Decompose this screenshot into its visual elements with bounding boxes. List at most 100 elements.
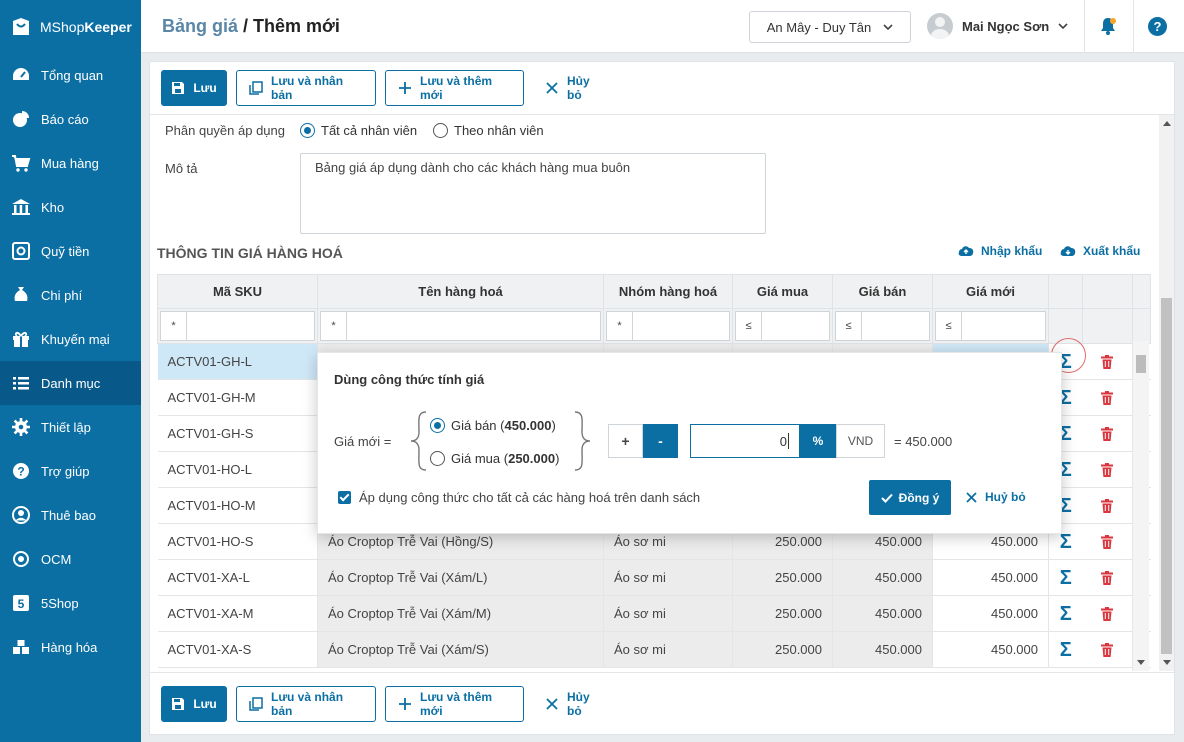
filter-operator[interactable]: ≤ <box>836 312 862 340</box>
filter-input[interactable] <box>347 312 600 340</box>
delete-row-button[interactable] <box>1082 415 1133 452</box>
table-row[interactable]: ACTV01-XA-M Áo Croptop Trễ Vai (Xám/M) Áo … <box>157 595 1151 632</box>
plus-button[interactable]: + <box>608 424 643 458</box>
popup-cancel-button[interactable]: Huỷ bỏ <box>966 490 1026 504</box>
delete-row-button[interactable] <box>1082 487 1133 524</box>
filter-input[interactable] <box>187 312 314 340</box>
filter-operator[interactable]: ≤ <box>936 312 962 340</box>
formula-sigma-icon[interactable]: Σ <box>1060 568 1072 588</box>
delete-row-button[interactable] <box>1082 379 1133 416</box>
sidebar-item-4[interactable]: Kho <box>0 185 141 229</box>
column-filter[interactable]: * <box>320 311 601 341</box>
column-filter[interactable]: ≤ <box>735 311 830 341</box>
scope-all-radio[interactable]: Tất cả nhân viên <box>300 123 417 138</box>
filter-input[interactable] <box>633 312 729 340</box>
save-button[interactable]: Lưu <box>161 70 227 106</box>
sidebar-item-6[interactable]: Chi phí <box>0 273 141 317</box>
agree-button[interactable]: Đồng ý <box>869 480 951 515</box>
save-add-new-button[interactable]: Lưu và thêm mới <box>385 686 524 722</box>
save-button[interactable]: Lưu <box>161 686 227 722</box>
sidebar-item-11[interactable]: Thuê bao <box>0 493 141 537</box>
delete-row-button[interactable] <box>1082 523 1133 560</box>
delete-row-button[interactable] <box>1082 343 1133 380</box>
cell-new-price[interactable]: 450.000 <box>932 595 1049 632</box>
help-icon[interactable]: ? <box>1148 17 1167 36</box>
scroll-down-icon[interactable] <box>1163 660 1171 665</box>
filter-operator[interactable]: ≤ <box>736 312 762 340</box>
cancel-button[interactable]: Hủy bỏ <box>533 686 619 722</box>
user-menu[interactable]: Mai Ngọc Sơn <box>927 13 1068 39</box>
column-filter[interactable]: ≤ <box>935 311 1046 341</box>
column-filter[interactable]: * <box>606 311 730 341</box>
apply-all-checkbox[interactable]: Áp dụng công thức cho tất cả các hàng ho… <box>338 490 700 505</box>
cell-product-group: Áo sơ mi <box>603 559 733 596</box>
trash-icon <box>1101 355 1114 370</box>
table-scrollbar[interactable] <box>1132 341 1149 671</box>
option-sell-price-radio[interactable]: Giá bán (450.000) <box>430 418 556 433</box>
table-row[interactable]: ACTV01-XA-S Áo Croptop Trễ Vai (Xám/S) Áo … <box>157 631 1151 668</box>
bell-icon[interactable] <box>1098 16 1118 36</box>
column-header[interactable]: Nhóm hàng hoá <box>603 274 733 309</box>
sidebar-item-13[interactable]: 5 5Shop <box>0 581 141 625</box>
column-header[interactable]: Giá bán <box>832 274 933 309</box>
minus-button[interactable]: - <box>643 424 678 458</box>
cancel-button[interactable]: Hủy bỏ <box>533 70 619 106</box>
cell-sell-price: 450.000 <box>832 559 933 596</box>
scope-by-staff-radio[interactable]: Theo nhân viên <box>433 123 544 138</box>
sidebar-item-9[interactable]: Thiết lập <box>0 405 141 449</box>
sidebar-item-14[interactable]: Hàng hóa <box>0 625 141 669</box>
description-textarea[interactable]: Bảng giá áp dụng dành cho các khách hàng… <box>300 153 766 234</box>
filter-input[interactable] <box>862 312 929 340</box>
branch-selector[interactable]: An Mây - Duy Tân <box>749 11 911 43</box>
page-scrollbar[interactable] <box>1159 115 1174 671</box>
filter-operator[interactable]: * <box>161 312 187 340</box>
delete-row-button[interactable] <box>1082 559 1133 596</box>
sidebar-item-8[interactable]: Danh mục <box>0 361 141 405</box>
sidebar-item-2[interactable]: Báo cáo <box>0 97 141 141</box>
sidebar-item-label: Quỹ tiền <box>41 243 90 259</box>
scrollbar-thumb[interactable] <box>1136 355 1146 373</box>
delete-row-button[interactable] <box>1082 631 1133 668</box>
save-duplicate-button[interactable]: Lưu và nhân bản <box>236 70 376 106</box>
filter-operator[interactable]: * <box>321 312 347 340</box>
formula-sigma-icon[interactable]: Σ <box>1060 640 1072 660</box>
formula-sigma-icon[interactable]: Σ <box>1060 532 1072 552</box>
unit-percent-button[interactable]: % <box>800 424 836 458</box>
delete-row-button[interactable] <box>1082 595 1133 632</box>
column-filter[interactable]: * <box>160 311 315 341</box>
sidebar-item-5[interactable]: Quỹ tiền <box>0 229 141 273</box>
scroll-up-icon[interactable] <box>1163 121 1171 126</box>
filter-input[interactable] <box>762 312 829 340</box>
column-filter[interactable]: ≤ <box>835 311 930 341</box>
cell-new-price[interactable]: 450.000 <box>932 631 1049 668</box>
sidebar-item-10[interactable]: ? Trợ giúp <box>0 449 141 493</box>
cell-new-price[interactable]: 450.000 <box>932 559 1049 596</box>
formula-sigma-icon[interactable]: Σ <box>1060 604 1072 624</box>
sidebar-item-12[interactable]: OCM <box>0 537 141 581</box>
sidebar-item-3[interactable]: Mua hàng <box>0 141 141 185</box>
column-header[interactable]: Giá mới <box>932 274 1049 309</box>
option-buy-price-radio[interactable]: Giá mua (250.000) <box>430 451 559 466</box>
save-duplicate-button[interactable]: Lưu và nhân bản <box>236 686 376 722</box>
breadcrumb-price-list[interactable]: Bảng giá <box>162 16 238 36</box>
option-buy-price-label: Giá mua <box>451 451 501 466</box>
close-icon <box>966 491 977 503</box>
column-header[interactable]: Giá mua <box>732 274 833 309</box>
export-button[interactable]: Xuất khẩu <box>1060 244 1140 258</box>
delete-row-button[interactable] <box>1082 451 1133 488</box>
save-add-new-button[interactable]: Lưu và thêm mới <box>385 70 524 106</box>
filter-input[interactable] <box>962 312 1045 340</box>
scrollbar-thumb[interactable] <box>1161 298 1172 654</box>
column-header[interactable]: Tên hàng hoá <box>317 274 604 309</box>
app-logo[interactable]: MShopKeeper <box>0 0 141 53</box>
column-header[interactable]: Mã SKU <box>157 274 318 309</box>
filter-operator[interactable]: * <box>607 312 633 340</box>
sidebar-item-1[interactable]: Tổng quan <box>0 53 141 97</box>
radio-selected <box>300 123 315 138</box>
unit-vnd-button[interactable]: VND <box>836 424 885 458</box>
amount-input[interactable]: 0 <box>690 424 800 458</box>
import-button[interactable]: Nhập khẩu <box>958 244 1042 258</box>
sidebar-item-7[interactable]: Khuyến mại <box>0 317 141 361</box>
table-row[interactable]: ACTV01-XA-L Áo Croptop Trễ Vai (Xám/L) Áo … <box>157 559 1151 596</box>
scroll-down-icon[interactable] <box>1137 660 1145 665</box>
